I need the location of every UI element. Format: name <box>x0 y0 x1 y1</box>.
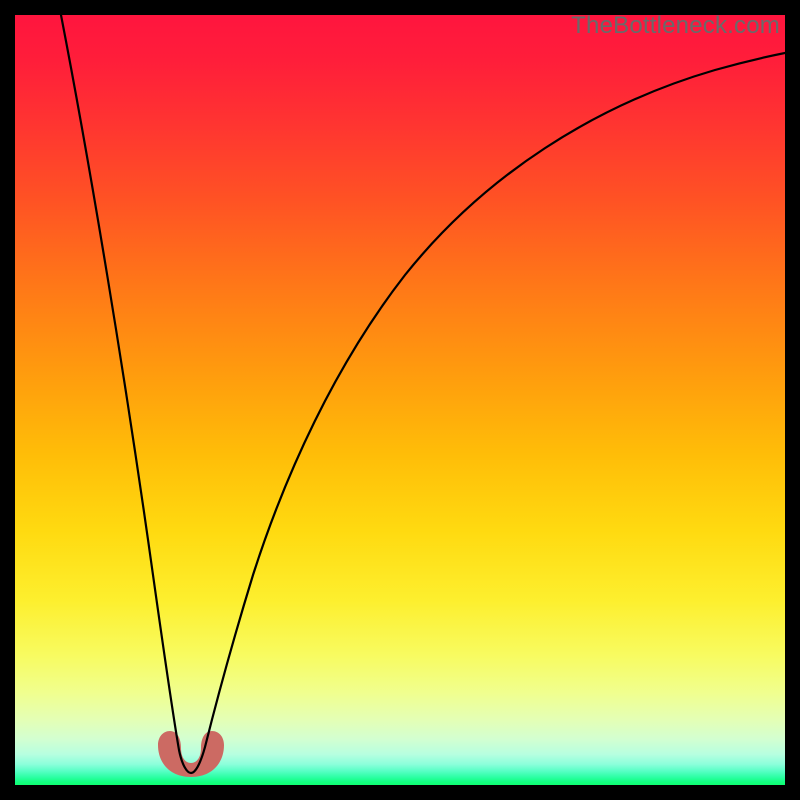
plot-area <box>15 15 785 785</box>
watermark-text: TheBottleneck.com <box>571 12 780 40</box>
chart-frame: TheBottleneck.com <box>0 0 800 800</box>
bottleneck-curve <box>15 15 785 785</box>
